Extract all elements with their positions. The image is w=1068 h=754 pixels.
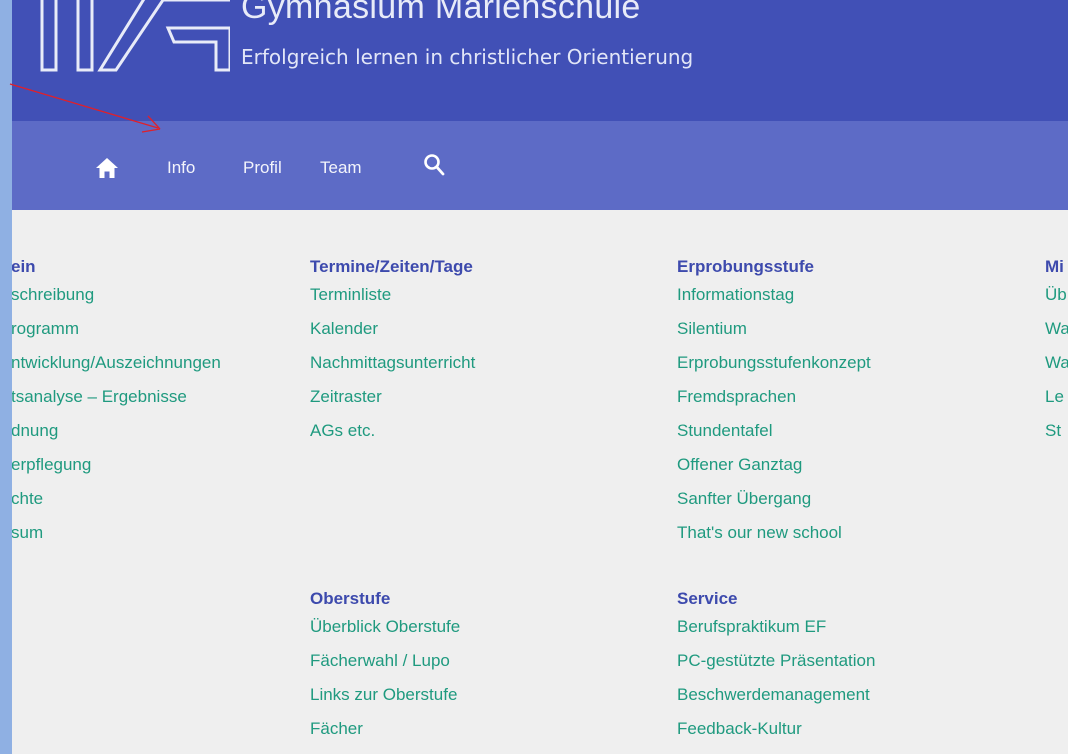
menu-link[interactable]: ntwicklung/Auszeichnungen [12,346,221,380]
menu-column-service: Service Berufspraktikum EF PC-gestützte … [677,588,875,746]
menu-link[interactable]: Offener Ganztag [677,448,871,482]
menu-link[interactable]: Feedback-Kultur [677,712,875,746]
home-icon[interactable] [95,157,119,179]
menu-link-list: Berufspraktikum EF PC-gestützte Präsenta… [677,610,875,746]
menu-link[interactable]: Erprobungsstufenkonzept [677,346,871,380]
menu-column-right: Mi Üb Wa Wa Le St [1045,256,1068,448]
nav-item-info[interactable]: Info [167,158,195,178]
school-logo[interactable] [40,0,230,72]
menu-link[interactable]: tsanalyse – Ergebnisse [12,380,221,414]
menu-link[interactable]: Wa [1045,312,1068,346]
menu-link[interactable]: dnung [12,414,221,448]
menu-link[interactable]: Beschwerdemanagement [677,678,875,712]
menu-link-list: Üb Wa Wa Le St [1045,278,1068,448]
nav-item-profil[interactable]: Profil [243,158,282,178]
menu-link[interactable]: Überblick Oberstufe [310,610,460,644]
menu-column-termine: Termine/Zeiten/Tage Terminliste Kalender… [310,256,475,448]
menu-link[interactable]: rogramm [12,312,221,346]
menu-heading: Oberstufe [310,589,391,608]
menu-link[interactable]: Fremdsprachen [677,380,871,414]
main-navigation: Info Profil Team [12,121,1068,210]
menu-link-list: Überblick Oberstufe Fächerwahl / Lupo Li… [310,610,460,746]
menu-link-list: Informationstag Silentium Erprobungsstuf… [677,278,871,550]
menu-link[interactable]: Terminliste [310,278,475,312]
menu-link-list: schreibung rogramm ntwicklung/Auszeichnu… [12,278,221,550]
menu-link[interactable]: Wa [1045,346,1068,380]
menu-column-erprobungsstufe: Erprobungsstufe Informationstag Silentiu… [677,256,871,550]
menu-heading: Termine/Zeiten/Tage [310,257,473,276]
menu-link[interactable]: Berufspraktikum EF [677,610,875,644]
site-tagline: Erfolgreich lernen in christlicher Orien… [241,45,694,69]
menu-link[interactable]: sum [12,516,221,550]
nav-item-team[interactable]: Team [320,158,362,178]
menu-link[interactable]: schreibung [12,278,221,312]
search-icon[interactable] [423,153,445,177]
menu-link[interactable]: Silentium [677,312,871,346]
menu-column-verein: ein schreibung rogramm ntwicklung/Auszei… [12,256,221,550]
menu-link[interactable]: Informationstag [677,278,871,312]
menu-link[interactable]: PC-gestützte Präsentation [677,644,875,678]
menu-link[interactable]: AGs etc. [310,414,475,448]
menu-link[interactable]: Nachmittagsunterricht [310,346,475,380]
menu-link[interactable]: Stundentafel [677,414,871,448]
menu-heading: ein [12,257,36,276]
menu-heading: Service [677,589,738,608]
menu-heading: Erprobungsstufe [677,257,814,276]
menu-link[interactable]: Kalender [310,312,475,346]
menu-link[interactable]: That's our new school [677,516,871,550]
menu-link[interactable]: Le [1045,380,1068,414]
menu-link[interactable]: St [1045,414,1068,448]
menu-column-oberstufe: Oberstufe Überblick Oberstufe Fächerwahl… [310,588,460,746]
menu-link[interactable]: erpflegung [12,448,221,482]
menu-link[interactable]: Zeitraster [310,380,475,414]
menu-link[interactable]: Sanfter Übergang [677,482,871,516]
menu-link[interactable]: Üb [1045,278,1068,312]
menu-link[interactable]: chte [12,482,221,516]
page-frame: Gymnasium Marienschule Erfolgreich lerne… [12,0,1068,754]
menu-link[interactable]: Links zur Oberstufe [310,678,460,712]
menu-heading: Mi [1045,257,1064,276]
menu-link-list: Terminliste Kalender Nachmittagsunterric… [310,278,475,448]
site-name[interactable]: Gymnasium Marienschule [241,0,641,27]
site-header: Gymnasium Marienschule Erfolgreich lerne… [12,0,1068,121]
menu-link[interactable]: Fächerwahl / Lupo [310,644,460,678]
menu-link[interactable]: Fächer [310,712,460,746]
